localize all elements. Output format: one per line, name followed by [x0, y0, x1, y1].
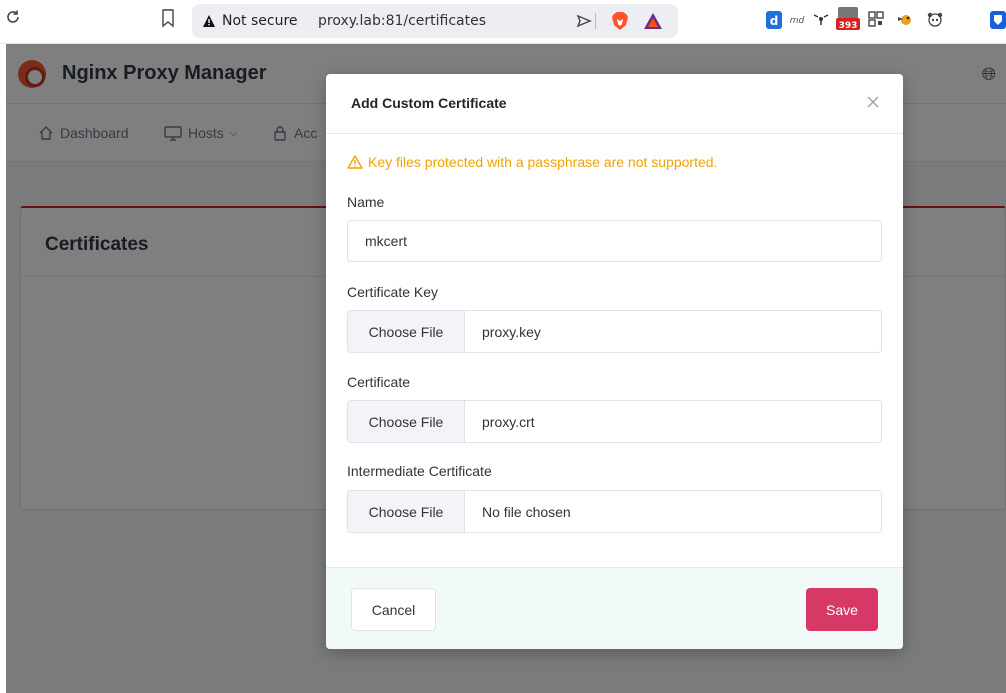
name-label: Name	[347, 194, 385, 210]
bird-extension-icon[interactable]	[896, 11, 914, 29]
svg-text:d: d	[770, 14, 779, 28]
certificate-key-choose-file-button[interactable]: Choose File	[348, 311, 465, 352]
certificate-file-input[interactable]: Choose File proxy.crt	[347, 400, 882, 443]
modal-title: Add Custom Certificate	[351, 95, 507, 111]
bat-rewards-icon[interactable]	[643, 12, 663, 30]
name-input[interactable]	[347, 220, 882, 262]
certificate-key-file-name: proxy.key	[482, 323, 541, 340]
warning-triangle-icon[interactable]	[202, 14, 216, 28]
panda-extension-icon[interactable]	[926, 11, 944, 27]
extension-d-icon[interactable]: d	[766, 11, 782, 29]
modal-header: Add Custom Certificate	[326, 74, 903, 134]
reload-icon[interactable]	[4, 8, 22, 26]
intermediate-certificate-label: Intermediate Certificate	[347, 463, 492, 479]
send-icon[interactable]	[576, 13, 592, 29]
certificate-label: Certificate	[347, 374, 411, 390]
security-label[interactable]: Not secure	[222, 13, 298, 29]
add-certificate-modal: Add Custom Certificate Key files protect…	[326, 74, 903, 649]
intermediate-certificate-file-input[interactable]: Choose File No file chosen	[347, 490, 882, 533]
certificate-key-file-input[interactable]: Choose File proxy.key	[347, 310, 882, 353]
certificate-file-name: proxy.crt	[482, 413, 535, 430]
modal-footer: Cancel Save	[326, 567, 903, 649]
browser-toolbar: Not secure proxy.lab:81/certificates d m…	[0, 0, 1006, 44]
svg-text:393: 393	[839, 21, 858, 31]
warning-text: Key files protected with a passphrase ar…	[368, 154, 718, 170]
markdown-extension-icon[interactable]: md	[788, 13, 806, 25]
url-divider	[595, 13, 596, 29]
warning-triangle-icon	[347, 155, 363, 169]
cancel-button[interactable]: Cancel	[351, 588, 436, 631]
calendar-badge-icon[interactable]: 393	[836, 6, 860, 32]
close-icon[interactable]	[865, 94, 881, 110]
url-text[interactable]: proxy.lab:81/certificates	[318, 13, 486, 29]
bookmark-icon[interactable]	[160, 8, 176, 28]
intermediate-certificate-file-name: No file chosen	[482, 503, 571, 520]
passphrase-warning: Key files protected with a passphrase ar…	[347, 154, 717, 170]
brave-lion-icon[interactable]	[611, 11, 629, 31]
qr-code-extension-icon[interactable]	[868, 11, 884, 27]
address-bar[interactable]: Not secure proxy.lab:81/certificates	[192, 4, 678, 38]
network-extension-icon[interactable]	[812, 11, 830, 27]
intermediate-certificate-choose-file-button[interactable]: Choose File	[348, 491, 465, 532]
save-button[interactable]: Save	[806, 588, 878, 631]
svg-text:md: md	[790, 16, 805, 25]
certificate-choose-file-button[interactable]: Choose File	[348, 401, 465, 442]
certificate-key-label: Certificate Key	[347, 284, 439, 300]
bitwarden-extension-icon[interactable]	[990, 11, 1006, 29]
